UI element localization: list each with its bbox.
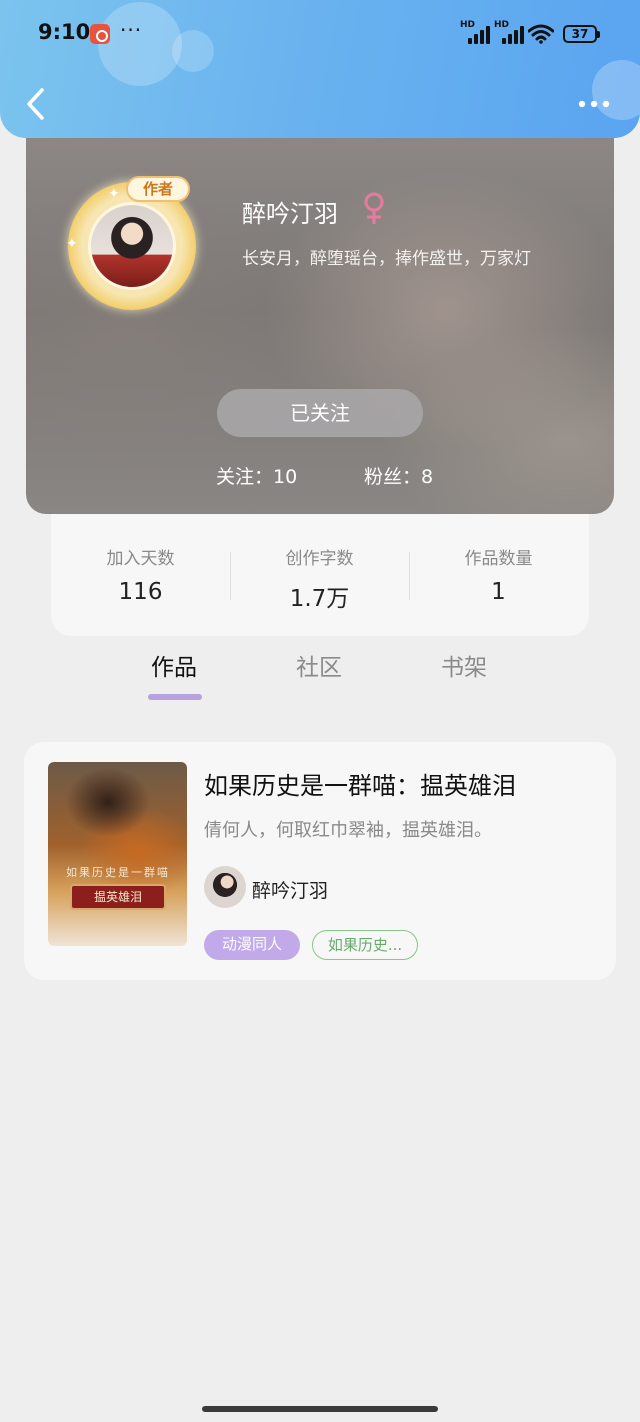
author-profile-card: 作者 ✦ ✦ 醉吟汀羽 长安月，醉堕瑶台，捧作盛世，万家灯 已关注 关注：10 … — [26, 110, 614, 514]
wifi-icon — [528, 24, 554, 44]
fans-count[interactable]: 粉丝：8 — [364, 462, 433, 489]
more-options-button[interactable] — [574, 92, 614, 116]
book-cover-image[interactable]: 如果历史是一群喵 揾英雄泪 — [48, 762, 187, 946]
status-time: 9:10 — [38, 20, 91, 44]
follow-stats: 关注：10 粉丝：8 — [26, 462, 614, 492]
back-button[interactable] — [22, 86, 52, 122]
active-tab-indicator — [148, 694, 202, 700]
cover-subtitle-plaque: 揾英雄泪 — [70, 884, 166, 910]
stat-word-count: 创作字数 1.7万 — [230, 544, 409, 613]
stat-label: 加入天数 — [106, 549, 175, 569]
stat-works-count: 作品数量 1 — [409, 544, 588, 605]
cover-title-art: 如果历史是一群喵 — [66, 866, 170, 879]
stat-value: 1 — [491, 579, 506, 605]
stat-label: 作品数量 — [464, 549, 533, 569]
top-header: 9:10 ··· HD HD 37 — [0, 0, 640, 138]
topic-tag[interactable]: 如果历史... — [312, 930, 418, 960]
sparkle-icon: ✦ — [108, 186, 120, 202]
genre-tag[interactable]: 动漫同人 — [204, 930, 300, 960]
home-indicator[interactable] — [202, 1406, 438, 1412]
decor-bubble — [172, 30, 214, 72]
stat-label: 创作字数 — [285, 549, 354, 569]
decor-bubble — [98, 2, 182, 86]
book-author-name[interactable]: 醉吟汀羽 — [252, 876, 328, 903]
stat-value: 1.7万 — [289, 586, 350, 612]
tab-community[interactable]: 社区 — [296, 648, 342, 682]
app-notification-icon — [90, 24, 110, 44]
tab-bookshelf[interactable]: 书架 — [441, 648, 487, 682]
book-description: 倩何人，何取红巾翠袖，揾英雄泪。 — [204, 820, 492, 841]
book-card[interactable]: 如果历史是一群喵 揾英雄泪 如果历史是一群喵：揾英雄泪 倩何人，何取红巾翠袖，揾… — [24, 742, 616, 980]
signal-hd-label: HD — [494, 20, 510, 30]
book-author-avatar[interactable] — [204, 866, 246, 908]
following-count[interactable]: 关注：10 — [216, 462, 297, 489]
stat-join-days: 加入天数 116 — [51, 544, 230, 605]
stat-value: 116 — [118, 579, 163, 605]
author-stats-card: 加入天数 116 创作字数 1.7万 作品数量 1 — [51, 514, 589, 636]
female-gender-icon — [364, 192, 384, 224]
followed-button[interactable]: 已关注 — [217, 389, 423, 437]
tab-works[interactable]: 作品 — [151, 648, 197, 682]
signal-hd-label: HD — [460, 20, 476, 30]
author-name: 醉吟汀羽 — [242, 200, 338, 228]
author-avatar[interactable]: 作者 ✦ ✦ — [64, 176, 202, 312]
battery-icon: 37 — [563, 25, 600, 43]
book-title[interactable]: 如果历史是一群喵：揾英雄泪 — [204, 766, 516, 801]
author-bio: 长安月，醉堕瑶台，捧作盛世，万家灯 — [242, 249, 531, 269]
avatar-image — [88, 202, 176, 290]
signal-strength-icon: HD — [460, 20, 494, 44]
status-more-icon: ··· — [120, 18, 143, 42]
sparkle-icon: ✦ — [66, 236, 78, 252]
signal-strength-icon: HD — [494, 20, 528, 44]
profile-tabs: 作品 社区 书架 — [0, 648, 640, 708]
author-badge: 作者 — [126, 176, 190, 202]
